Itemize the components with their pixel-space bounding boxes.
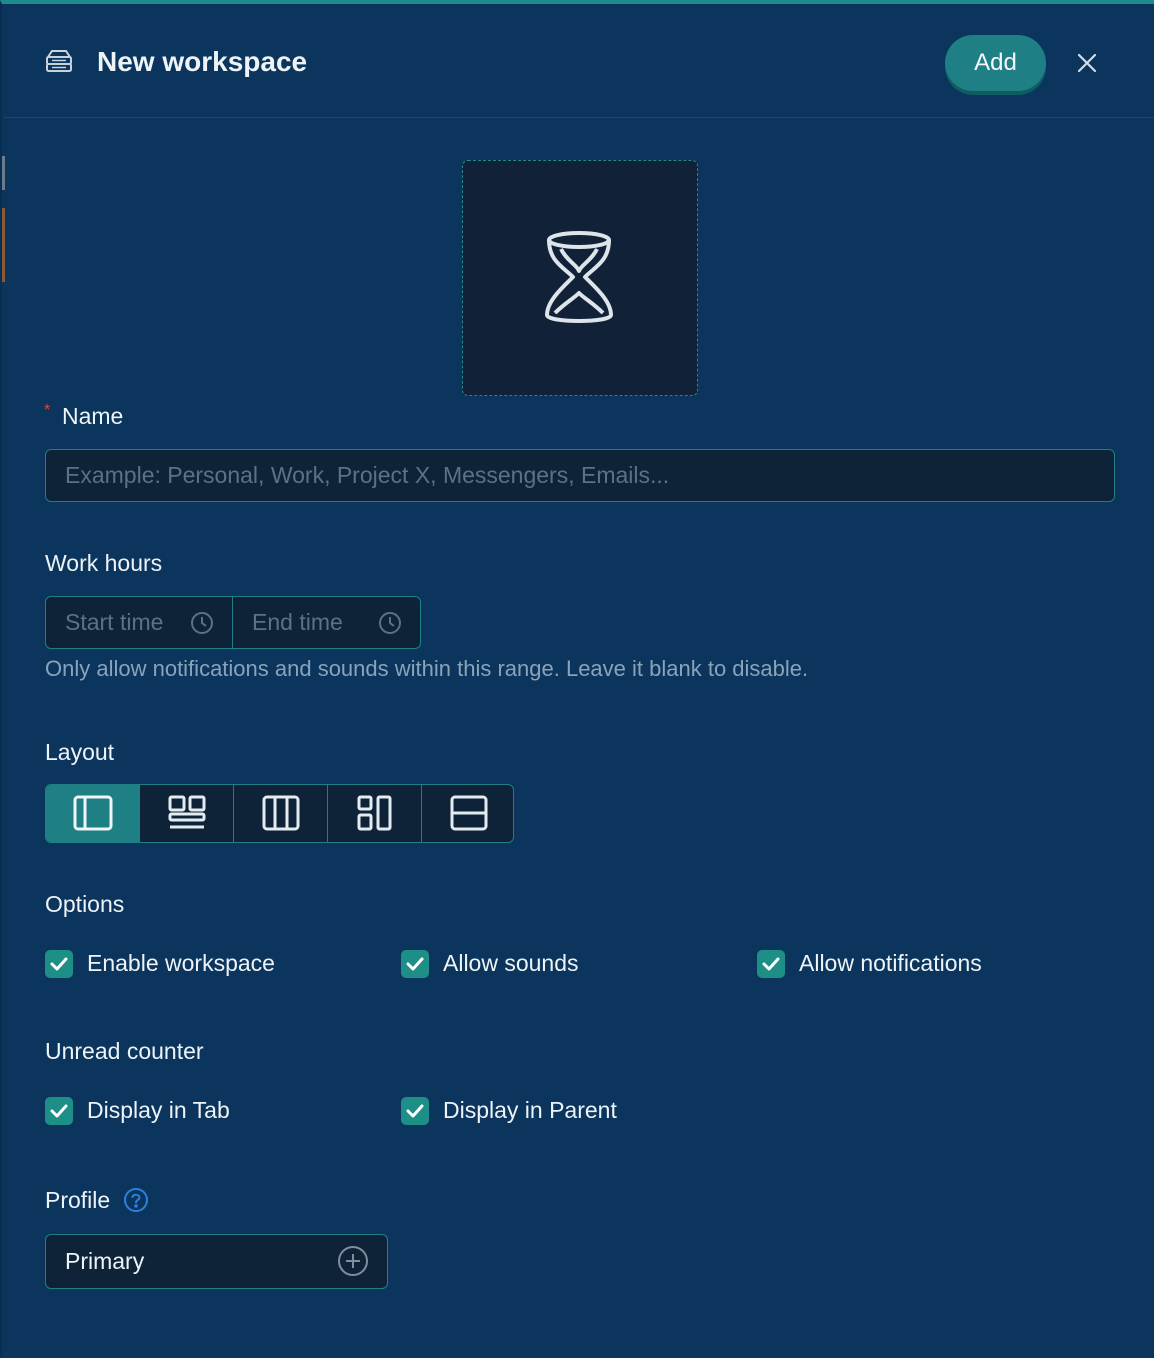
end-time-field[interactable] (233, 597, 420, 648)
profile-selected-value: Primary (65, 1248, 145, 1274)
clock-icon (379, 612, 401, 634)
unread-counter-label: Unread counter (45, 1038, 204, 1064)
layout-option-columns[interactable] (234, 785, 328, 842)
checkbox-label: Display in Parent (443, 1097, 617, 1123)
close-icon[interactable] (1074, 50, 1100, 76)
check-icon (406, 957, 424, 971)
layout-option-sidebar[interactable] (46, 785, 140, 842)
layout-label: Layout (45, 739, 115, 765)
clock-icon (191, 612, 213, 634)
dialog-header: New workspace Add (4, 8, 1154, 118)
workspace-icon-picker[interactable] (462, 160, 698, 396)
start-time-field[interactable] (46, 597, 233, 648)
checkbox-label: Enable workspace (87, 950, 275, 976)
check-icon (762, 957, 780, 971)
name-input[interactable] (45, 449, 1115, 502)
sidebar-layout-icon (73, 795, 113, 831)
masonry-layout-icon (357, 795, 392, 831)
work-hours-help: Only allow notifications and sounds with… (45, 656, 809, 681)
profile-label: Profile (45, 1187, 111, 1213)
layout-option-grid[interactable] (140, 785, 234, 842)
checkbox-checked[interactable] (45, 1097, 73, 1125)
required-marker: * (44, 402, 51, 419)
grid-layout-icon (168, 795, 206, 829)
work-hours-range (45, 596, 421, 649)
edge-marker (2, 208, 5, 282)
checkbox-label: Display in Tab (87, 1097, 230, 1123)
check-icon (406, 1104, 424, 1118)
check-icon (50, 1104, 68, 1118)
add-button[interactable]: Add (945, 35, 1046, 91)
layout-option-masonry[interactable] (328, 785, 422, 842)
new-workspace-dialog: New workspace Add * Name Work hours (0, 0, 1154, 1358)
workspace-stack-icon (46, 50, 72, 72)
layout-option-rows[interactable] (422, 785, 513, 842)
checkbox-checked[interactable] (401, 950, 429, 978)
work-hours-label: Work hours (45, 550, 163, 576)
checkbox-checked[interactable] (757, 950, 785, 978)
hourglass-icon (545, 231, 613, 323)
check-icon (50, 957, 68, 971)
end-time-input[interactable] (252, 607, 382, 637)
profile-select[interactable]: Primary (45, 1234, 388, 1289)
columns-layout-icon (262, 795, 300, 831)
checkbox-checked[interactable] (45, 950, 73, 978)
plus-circle-icon[interactable] (337, 1245, 369, 1277)
checkbox-checked[interactable] (401, 1097, 429, 1125)
checkbox-label: Allow notifications (799, 950, 982, 976)
question-circle-icon[interactable] (123, 1187, 149, 1213)
options-label: Options (45, 891, 125, 917)
name-label: Name (62, 403, 124, 429)
layout-selector (45, 784, 514, 843)
edge-marker (2, 156, 5, 190)
dialog-title: New workspace (97, 46, 308, 77)
rows-layout-icon (450, 795, 488, 831)
checkbox-label: Allow sounds (443, 950, 579, 976)
start-time-input[interactable] (65, 607, 195, 637)
